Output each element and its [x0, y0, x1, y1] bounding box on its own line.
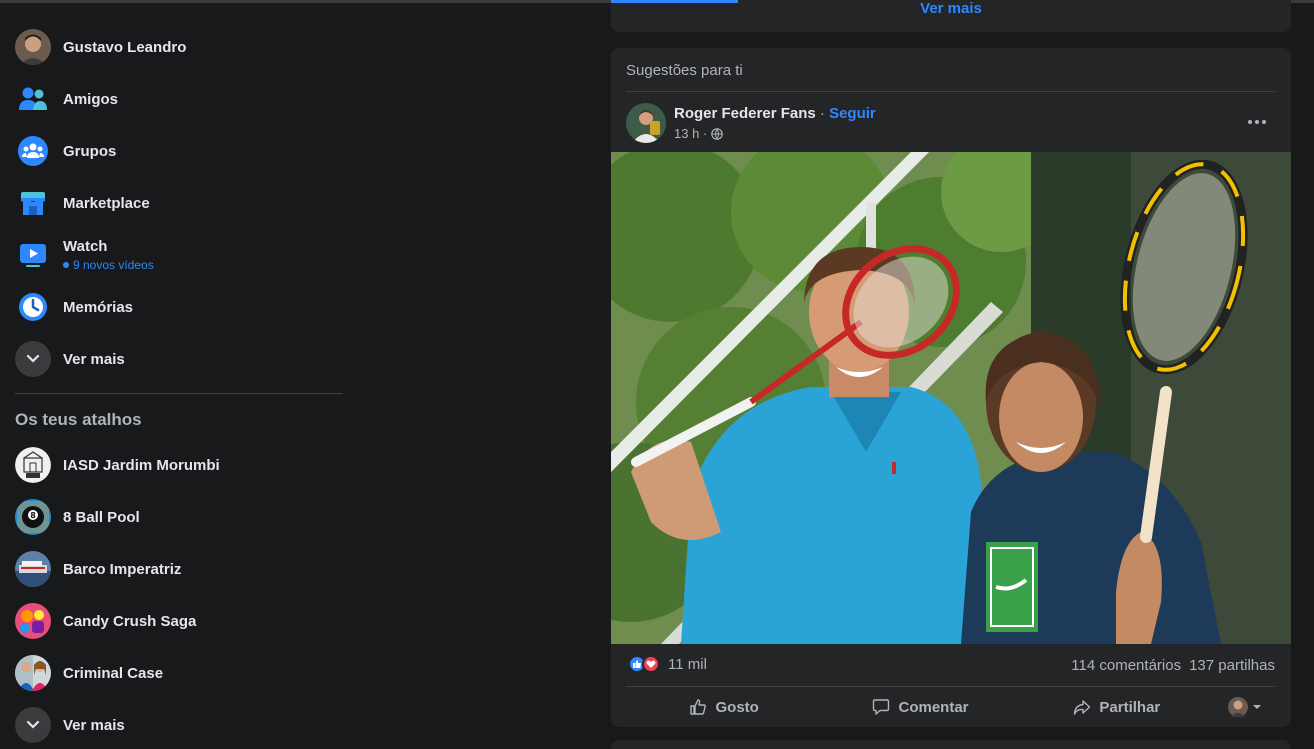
like-icon: [690, 699, 707, 715]
post-header-line: Roger Federer Fans · Seguir: [674, 105, 876, 122]
shortcut-candy-crush[interactable]: Candy Crush Saga: [8, 597, 348, 645]
like-label: Gosto: [715, 698, 759, 716]
sidebar-item-label: Grupos: [63, 142, 117, 160]
new-dot-icon: [63, 262, 69, 268]
caret-down-icon: [1252, 705, 1261, 709]
comment-button[interactable]: Comentar: [822, 698, 1018, 716]
profile-name: Gustavo Leandro: [63, 38, 187, 56]
follow-button[interactable]: Seguir: [829, 105, 876, 122]
sidebar-item-friends[interactable]: Amigos: [8, 75, 348, 123]
profile-avatar: [15, 29, 51, 65]
post-actions: Gosto Comentar Partilhar: [626, 691, 1275, 723]
comment-label: Comentar: [898, 698, 969, 716]
left-sidebar: Gustavo Leandro Amigos Grupos Marketplac…: [0, 3, 358, 749]
sidebar-item-label: Amigos: [63, 90, 119, 108]
more-options-icon[interactable]: [1241, 110, 1273, 134]
share-button[interactable]: Partilhar: [1019, 698, 1215, 716]
see-more-label: Ver mais: [63, 350, 125, 368]
actions-divider: [626, 686, 1275, 687]
reactions-summary[interactable]: 11 mil: [628, 655, 707, 673]
8-ball-pool-icon: 8: [15, 499, 51, 535]
shortcut-barco-imperatriz[interactable]: Barco Imperatriz: [8, 545, 348, 593]
next-post-card: [611, 740, 1291, 749]
sidebar-item-profile[interactable]: Gustavo Leandro: [8, 23, 348, 71]
selector-avatar: [1227, 697, 1248, 717]
comment-icon: [873, 699, 890, 715]
shortcut-label: IASD Jardim Morumbi: [63, 456, 220, 474]
candy-crush-icon: [15, 603, 51, 639]
post-time[interactable]: 13 h ·: [674, 126, 707, 141]
sidebar-item-memories[interactable]: Memórias: [8, 283, 348, 331]
see-more-circle: [15, 341, 51, 377]
barco-imperatriz-icon: [15, 551, 51, 587]
watch-icon: [15, 237, 51, 273]
sidebar-item-groups[interactable]: Grupos: [8, 127, 348, 175]
globe-icon: [711, 127, 724, 140]
memories-icon: [15, 289, 51, 325]
svg-text:8: 8: [30, 511, 36, 520]
shares-count-link[interactable]: 137 partilhas: [1189, 657, 1275, 674]
chevron-down-icon: [15, 341, 51, 377]
see-more-label: Ver mais: [63, 716, 125, 734]
sidebar-item-watch[interactable]: Watch 9 novos vídeos: [8, 231, 348, 279]
shortcuts-title: Os teus atalhos: [15, 410, 142, 429]
suggestions-title: Sugestões para ti: [626, 62, 743, 79]
post-stats: 114 comentários 137 partilhas: [1071, 657, 1275, 674]
page-avatar[interactable]: [626, 103, 666, 143]
shortcut-label: 8 Ball Pool: [63, 508, 140, 526]
suggestions-divider: [626, 91, 1275, 92]
criminal-case-icon: [15, 655, 51, 691]
shortcut-label: Candy Crush Saga: [63, 612, 197, 630]
previous-card-see-more-link[interactable]: Ver mais: [611, 0, 1291, 17]
shortcut-label: Criminal Case: [63, 664, 164, 682]
reaction-as-selector[interactable]: [1215, 697, 1275, 717]
previous-post-card: Ver mais: [611, 0, 1291, 32]
reactions-count: 11 mil: [668, 655, 707, 673]
shortcut-criminal-case[interactable]: Criminal Case: [8, 649, 348, 697]
like-button[interactable]: Gosto: [626, 698, 822, 716]
sidebar-item-label: Memórias: [63, 298, 134, 316]
watch-new-videos: 9 novos vídeos: [63, 258, 154, 272]
sidebar-see-more[interactable]: Ver mais: [8, 335, 348, 383]
comments-count-link[interactable]: 114 comentários: [1071, 657, 1181, 674]
groups-icon: [15, 133, 51, 169]
marketplace-icon: [15, 185, 51, 221]
love-reaction-icon: [642, 655, 660, 673]
sidebar-item-marketplace[interactable]: Marketplace: [8, 179, 348, 227]
post-photo[interactable]: [611, 152, 1291, 644]
shortcut-label: Barco Imperatriz: [63, 560, 182, 578]
sidebar-divider: [15, 393, 343, 394]
chevron-down-icon: [15, 707, 51, 743]
suggestions-card: Sugestões para ti Roger Federer Fans · S…: [611, 48, 1291, 727]
share-label: Partilhar: [1099, 698, 1161, 716]
see-more-circle: [15, 707, 51, 743]
shortcut-8-ball-pool[interactable]: 8 8 Ball Pool: [8, 493, 348, 541]
watch-new-videos-label: 9 novos vídeos: [73, 258, 154, 272]
share-icon: [1074, 700, 1091, 715]
friends-icon: [15, 81, 51, 117]
shortcut-iasd[interactable]: IASD Jardim Morumbi: [8, 441, 348, 489]
sidebar-item-label: Marketplace: [63, 194, 150, 212]
page-name-link[interactable]: Roger Federer Fans: [674, 105, 816, 122]
header-separator: ·: [819, 105, 825, 122]
shortcuts-see-more[interactable]: Ver mais: [8, 701, 348, 749]
post-meta: 13 h ·: [674, 126, 724, 141]
sidebar-item-label: Watch: [63, 238, 108, 255]
iasd-logo: [15, 447, 51, 483]
